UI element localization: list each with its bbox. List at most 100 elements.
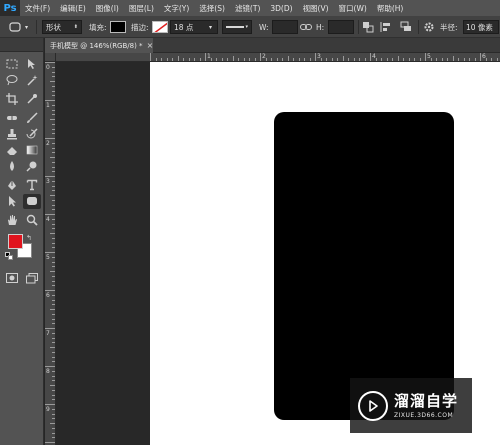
mode-select[interactable]: 形状 ⬍ (42, 19, 82, 35)
link-icon[interactable] (300, 19, 312, 35)
menu-type[interactable]: 文字(Y) (159, 3, 194, 14)
height-input[interactable] (328, 19, 354, 35)
magic-wand-icon[interactable] (23, 73, 41, 88)
swap-colors-icon[interactable]: ↰ (26, 234, 32, 242)
quick-mask-icon[interactable] (3, 271, 21, 286)
updown-icon: ⬍ (73, 24, 78, 30)
menu-edit[interactable]: 编辑(E) (55, 3, 91, 14)
eyedropper-icon[interactable] (23, 92, 41, 107)
path-arrangement-button[interactable] (400, 19, 412, 35)
options-bar: ▾ 形状 ⬍ 填充: 描边: 18 点 ▾ ▾ W: H: 半径: 10 像素 (0, 16, 500, 38)
menu-view[interactable]: 视图(V) (298, 3, 334, 14)
ruler-tick (52, 133, 55, 135)
ruler-label: 2 (46, 140, 50, 147)
document-tab[interactable]: 手机模型 @ 146%(RGB/8) * × (45, 38, 153, 53)
eraser-icon[interactable] (3, 143, 21, 158)
ruler-tick (150, 53, 151, 61)
ruler-tick (52, 76, 55, 78)
vertical-ruler[interactable]: 0 1 2 3 4 5 6 7 8 9 (45, 62, 56, 445)
ruler-label: 4 (46, 216, 50, 223)
ruler-tick (205, 53, 206, 61)
ruler-tick (238, 58, 239, 61)
ruler-tick (52, 285, 55, 287)
ruler-tick (474, 58, 476, 61)
dodge-icon[interactable] (23, 159, 41, 174)
menu-bar: Ps 文件(F) 编辑(E) 图像(I) 图层(L) 文字(Y) 选择(S) 滤… (0, 0, 500, 16)
marquee-icon[interactable] (3, 57, 21, 72)
ruler-label: 7 (46, 330, 50, 337)
menu-3d[interactable]: 3D(D) (265, 4, 297, 13)
menu-image[interactable]: 图像(I) (91, 3, 124, 14)
gradient-icon[interactable] (23, 143, 41, 158)
pen-icon[interactable] (3, 178, 21, 193)
path-selection-icon[interactable] (3, 194, 21, 209)
menu-select[interactable]: 选择(S) (194, 3, 230, 14)
ruler-tick (50, 423, 55, 424)
clone-stamp-icon[interactable] (3, 127, 21, 142)
blur-icon[interactable] (3, 159, 21, 174)
default-colors-icon[interactable] (5, 252, 13, 260)
type-icon[interactable] (23, 178, 41, 193)
ruler-tick (50, 271, 55, 272)
menu-filter[interactable]: 滤镜(T) (230, 3, 265, 14)
width-input[interactable] (272, 19, 298, 35)
play-logo-icon (358, 390, 388, 421)
toolbar-grip[interactable] (0, 38, 43, 52)
ruler-tick (52, 261, 55, 263)
path-alignment-button[interactable] (380, 19, 392, 35)
ruler-origin[interactable] (45, 53, 56, 62)
menu-help[interactable]: 帮助(H) (372, 3, 409, 14)
ruler-tick (381, 58, 382, 61)
stroke-size-dropdown[interactable]: ▾ (209, 19, 212, 35)
menu-window[interactable]: 窗口(W) (334, 3, 372, 14)
ruler-tick (161, 58, 162, 61)
ruler-tick (52, 242, 55, 244)
ruler-tick (45, 62, 55, 63)
ruler-tick (52, 66, 55, 68)
ruler-tick (166, 58, 168, 61)
crop-icon[interactable] (3, 92, 21, 107)
ruler-label: 4 (372, 53, 376, 60)
stroke-type-select[interactable]: ▾ (222, 19, 252, 35)
radius-input[interactable]: 10 像素 (463, 19, 499, 35)
ruler-tick (52, 71, 55, 73)
healing-brush-icon[interactable] (3, 111, 21, 126)
tools-panel: ↰ (0, 38, 44, 445)
close-icon[interactable]: × (147, 41, 154, 50)
ruler-tick (52, 90, 55, 92)
fill-swatch[interactable] (110, 19, 126, 35)
ruler-tick (52, 128, 55, 130)
chevron-down-icon: ▾ (25, 23, 29, 31)
menu-file[interactable]: 文件(F) (20, 3, 55, 14)
ruler-label: 5 (46, 254, 50, 261)
ruler-tick (52, 114, 55, 116)
lasso-icon[interactable] (3, 73, 21, 88)
zoom-icon[interactable] (23, 213, 41, 228)
screen-mode-icon[interactable] (23, 271, 41, 286)
history-brush-icon[interactable] (23, 127, 41, 142)
chevron-down-icon: ▾ (209, 23, 213, 31)
ruler-tick (337, 58, 338, 61)
ruler-tick (52, 85, 55, 87)
ruler-tick (221, 58, 223, 61)
menu-layer[interactable]: 图层(L) (124, 3, 159, 14)
stroke-swatch[interactable] (152, 19, 168, 35)
tool-preset-picker[interactable]: ▾ (8, 19, 28, 35)
ruler-label: 2 (262, 53, 266, 60)
phone-rounded-rectangle-shape[interactable] (274, 112, 454, 420)
horizontal-ruler[interactable]: 12345678 (56, 53, 500, 62)
gear-icon[interactable] (423, 19, 435, 35)
rounded-rectangle-icon[interactable] (23, 193, 41, 209)
hand-icon[interactable] (3, 213, 21, 228)
ruler-tick (52, 104, 55, 106)
brush-icon[interactable] (23, 111, 41, 126)
ruler-tick (436, 58, 437, 61)
foreground-color-swatch[interactable] (8, 234, 23, 249)
move-icon[interactable] (23, 57, 41, 72)
ruler-tick (52, 180, 55, 182)
ruler-tick (52, 356, 55, 358)
ruler-tick (52, 351, 55, 353)
ruler-tick (392, 58, 393, 61)
path-operations-button[interactable] (362, 19, 374, 35)
ruler-tick (397, 56, 399, 61)
